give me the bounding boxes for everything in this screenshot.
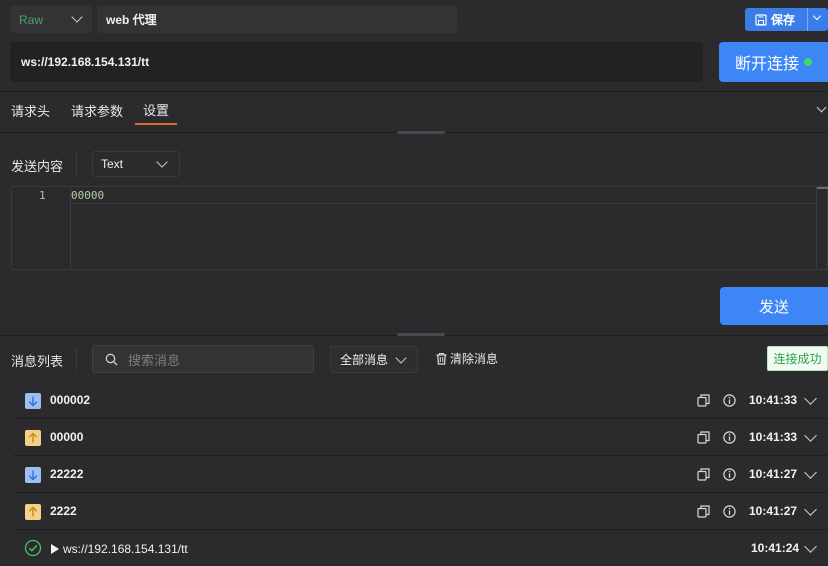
request-name-input[interactable]: web 代理 [97,6,457,33]
copy-icon[interactable] [697,505,710,521]
separator [76,348,77,370]
save-button[interactable]: 保存 [745,8,828,31]
copy-icon[interactable] [697,468,710,484]
copy-icon[interactable] [697,394,710,410]
line-number: 1 [39,189,46,202]
connection-status-dot [804,58,812,66]
tab-headers[interactable]: 请求头 [11,95,50,125]
save-main[interactable]: 保存 [745,8,808,31]
send-content-label: 发送内容 [11,159,64,174]
current-line-highlight [72,187,815,204]
content-type-select[interactable]: Text [92,151,180,177]
editor-content[interactable]: 00000 [71,189,104,202]
play-icon [51,544,59,554]
chevron-down-icon [156,156,168,168]
separator [76,153,77,175]
save-icon [755,13,767,26]
chevron-down-icon[interactable] [816,102,827,113]
status-text: 连接成功 [773,352,822,366]
url-value: ws://192.168.154.131/tt [21,55,150,69]
message-row[interactable]: 000002 10:41:33 [13,382,828,419]
copy-icon[interactable] [697,431,710,447]
message-time: 10:41:24 [751,541,800,555]
tab-label: 请求参数 [71,103,124,119]
message-list-label: 消息列表 [11,354,64,369]
tab-settings[interactable]: 设置 [135,95,178,125]
content-type-value: Text [101,157,124,171]
save-label: 保存 [771,13,796,27]
disconnect-label: 断开连接 [734,56,799,73]
clear-messages-label: 清除消息 [450,352,499,366]
chevron-down-icon [812,11,822,21]
message-filter-select[interactable]: 全部消息 [330,346,418,373]
message-row[interactable]: 00000 10:41:33 [13,419,828,456]
chevron-down-icon[interactable] [804,539,817,554]
check-circle-icon [24,539,42,560]
request-name-value: web 代理 [106,13,157,27]
mode-select[interactable]: Raw [10,6,92,33]
message-time: 10:41:33 [749,430,798,444]
message-editor[interactable]: 1 00000 [11,186,828,270]
filter-value: 全部消息 [340,353,389,367]
arrow-down-icon [25,467,41,483]
message-text: ws://192.168.154.131/tt [63,542,188,556]
mode-select-value: Raw [19,12,44,27]
chevron-down-icon[interactable] [804,465,817,480]
trash-icon [436,352,447,365]
chevron-down-icon [71,11,83,23]
message-text: 000002 [50,393,91,407]
message-text: 00000 [50,430,84,444]
tab-label: 请求头 [11,103,51,119]
chevron-down-icon[interactable] [804,428,817,443]
status-badge: 连接成功 [767,346,828,371]
message-search-input[interactable]: 搜索消息 [92,345,314,373]
chevron-down-icon[interactable] [804,391,817,406]
resize-handle[interactable] [397,131,445,134]
search-icon [105,353,118,365]
tab-label: 设置 [143,102,170,118]
message-time: 10:41:27 [749,504,798,518]
save-dropdown-button[interactable] [808,8,828,31]
message-row[interactable]: 22222 10:41:27 [13,456,828,493]
editor-scrollbar[interactable] [816,187,828,269]
message-text: 22222 [50,467,84,481]
chevron-down-icon[interactable] [804,502,817,517]
divider [0,91,828,92]
connection-message: ws://192.168.154.131/tt [51,542,188,556]
info-icon[interactable] [723,394,736,410]
message-row[interactable]: ws://192.168.154.131/tt 10:41:24 [13,530,828,566]
url-input[interactable]: ws://192.168.154.131/tt [10,42,703,82]
clear-messages-button[interactable]: 清除消息 [435,350,498,367]
arrow-down-icon [25,393,41,409]
message-text: 2222 [50,504,77,518]
arrow-up-icon [25,504,41,520]
arrow-up-icon [25,430,41,446]
info-icon[interactable] [723,431,736,447]
tab-params[interactable]: 请求参数 [71,95,123,125]
search-placeholder: 搜索消息 [128,352,181,368]
message-time: 10:41:27 [749,467,798,481]
send-button[interactable]: 发送 [720,287,828,325]
info-icon[interactable] [723,505,736,521]
disconnect-button[interactable]: 断开连接 [719,42,828,82]
resize-handle[interactable] [397,333,445,336]
message-row[interactable]: 2222 10:41:27 [13,493,828,530]
send-label: 发送 [758,298,789,316]
info-icon[interactable] [723,468,736,484]
chevron-down-icon [395,352,407,364]
message-time: 10:41:33 [749,393,798,407]
